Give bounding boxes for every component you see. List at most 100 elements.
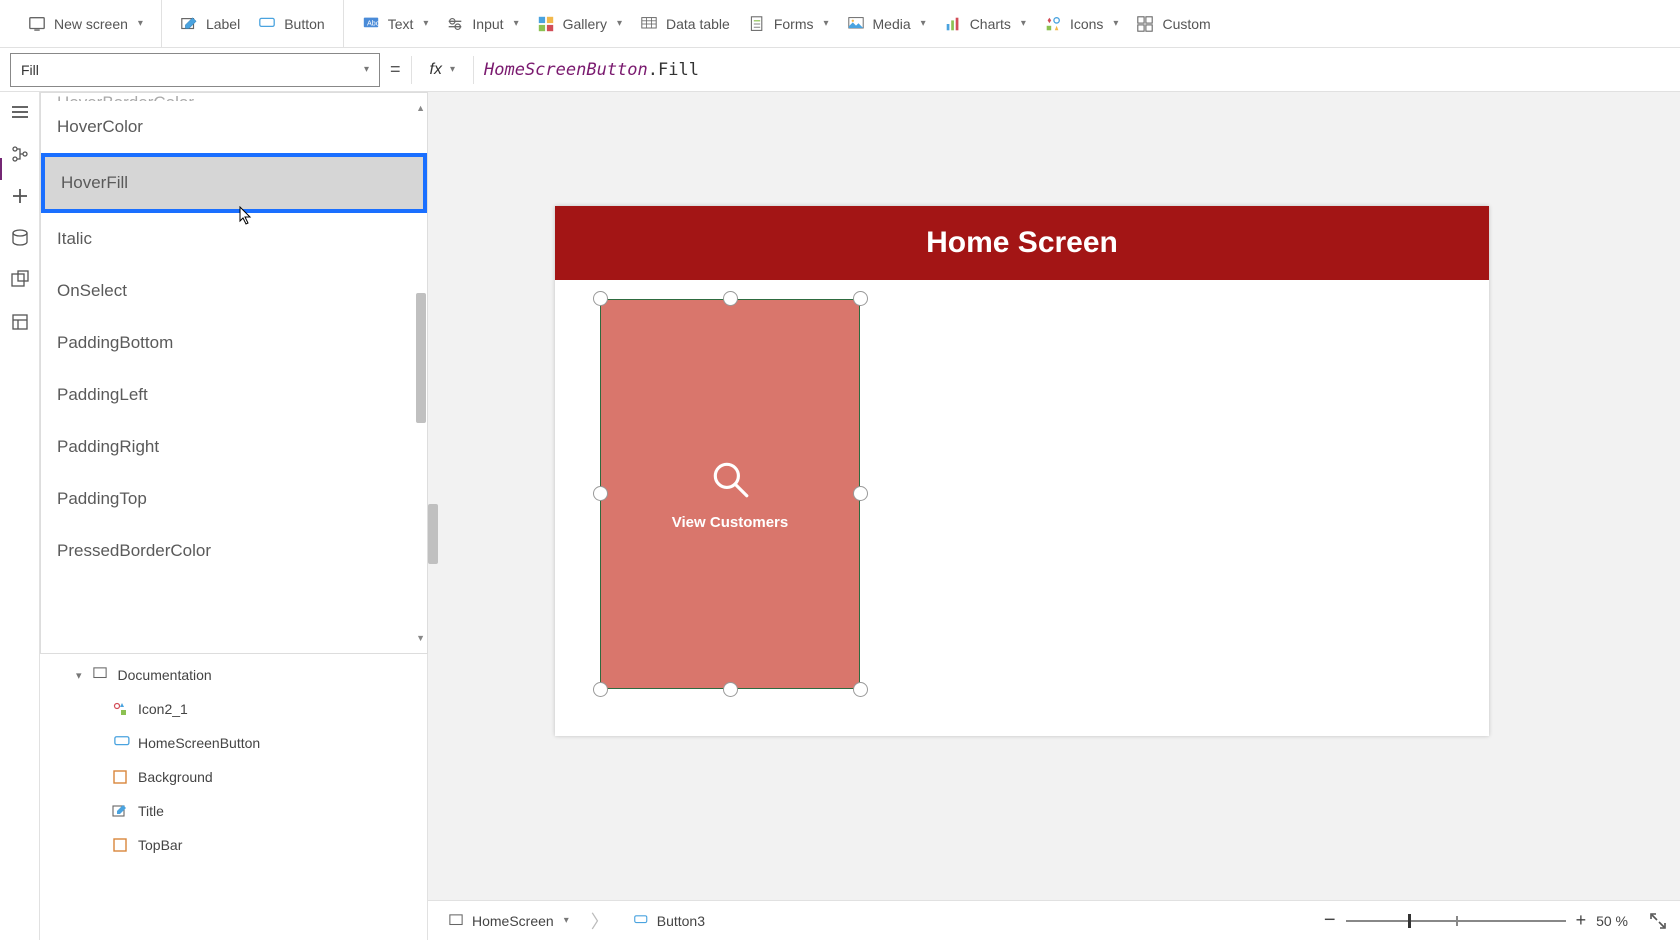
icons-icon: [112, 701, 128, 717]
icons-icon: [1044, 15, 1062, 33]
variables-icon[interactable]: [10, 312, 30, 332]
formula-property-name: .Fill: [648, 60, 699, 80]
icons-menu[interactable]: Icons ▾: [1044, 15, 1119, 33]
custom-label: Custom: [1162, 16, 1210, 32]
breadcrumb-control[interactable]: Button3: [623, 910, 713, 932]
tree-item-label: Title: [138, 803, 164, 819]
data-icon[interactable]: [10, 228, 30, 248]
text-icon: Abc: [362, 15, 380, 33]
breadcrumb-screen[interactable]: HomeScreen ▾: [440, 910, 577, 932]
app-screen[interactable]: Home Screen View Customers: [555, 206, 1489, 736]
gallery-menu[interactable]: Gallery ▾: [537, 15, 622, 33]
screen-icon: [448, 914, 464, 928]
selection-handle[interactable]: [593, 291, 608, 306]
hamburger-icon[interactable]: [10, 102, 30, 122]
new-screen-button[interactable]: New screen ▾: [28, 15, 143, 33]
zoom-slider-thumb[interactable]: [1408, 914, 1411, 928]
zoom-in-button[interactable]: +: [1576, 910, 1587, 931]
button-text: Button: [284, 16, 324, 32]
tree-view-icon[interactable]: [10, 144, 30, 164]
screen-title-bar: Home Screen: [555, 206, 1489, 280]
tree-item[interactable]: Background: [40, 760, 427, 794]
insert-icon[interactable]: [10, 186, 30, 206]
tree-item-label: TopBar: [138, 837, 182, 853]
tree-panel: HoverBorderColor HoverColor HoverFill It…: [40, 92, 428, 940]
property-option[interactable]: HoverBorderColor: [41, 93, 427, 101]
property-select-value: Fill: [21, 62, 39, 78]
text-menu[interactable]: Abc Text ▾: [362, 15, 429, 33]
input-menu[interactable]: Input ▾: [446, 15, 518, 33]
chevron-down-icon: ▾: [921, 18, 926, 29]
label-edit-icon: [112, 803, 128, 819]
zoom-control: − + 50 %: [1324, 909, 1668, 932]
screen-icon: [92, 667, 108, 683]
property-option[interactable]: PaddingBottom: [41, 317, 427, 369]
tree-item[interactable]: HomeScreenButton: [40, 726, 427, 760]
shape-icon: [112, 769, 128, 785]
table-icon: [640, 15, 658, 33]
view-customers-card[interactable]: View Customers: [600, 299, 860, 689]
button-button[interactable]: Button: [258, 15, 324, 33]
charts-menu[interactable]: Charts ▾: [944, 15, 1026, 33]
property-option[interactable]: HoverColor: [41, 101, 427, 153]
selection-handle[interactable]: [853, 486, 868, 501]
breadcrumb-screen-label: HomeScreen: [472, 913, 554, 929]
media-menu[interactable]: Media ▾: [847, 15, 926, 33]
card-label: View Customers: [672, 514, 788, 531]
selection-handle[interactable]: [593, 486, 608, 501]
button-icon: [631, 915, 649, 927]
tree-item[interactable]: TopBar: [40, 828, 427, 862]
chevron-down-icon: ▾: [423, 18, 428, 29]
chevron-down-icon: ▾: [617, 18, 622, 29]
selection-handle[interactable]: [723, 682, 738, 697]
property-option[interactable]: PressedBorderColor: [41, 525, 427, 565]
label-text: Label: [206, 16, 240, 32]
breadcrumb-control-label: Button3: [657, 913, 705, 929]
tree-item-parent[interactable]: ▾ Documentation: [40, 658, 427, 692]
tree-item[interactable]: Icon2_1: [40, 692, 427, 726]
formula-input[interactable]: HomeScreenButton.Fill: [484, 60, 699, 80]
panel-scrollbar-thumb[interactable]: [428, 504, 438, 564]
main-area: HoverBorderColor HoverColor HoverFill It…: [0, 92, 1680, 940]
fx-button[interactable]: fx ▾: [422, 61, 463, 79]
chevron-down-icon: ▾: [450, 64, 455, 75]
label-button[interactable]: Label: [180, 15, 240, 33]
label-edit-icon: [180, 15, 198, 33]
icons-label: Icons: [1070, 16, 1103, 32]
property-option[interactable]: PaddingRight: [41, 421, 427, 473]
dropdown-scrollbar-thumb[interactable]: [416, 293, 426, 423]
formula-control-name: HomeScreenButton: [484, 60, 648, 80]
zoom-out-button[interactable]: −: [1324, 909, 1336, 932]
property-option[interactable]: OnSelect: [41, 265, 427, 317]
chevron-down-icon: ▾: [364, 64, 369, 75]
property-option[interactable]: Italic: [41, 213, 427, 265]
zoom-slider[interactable]: [1346, 920, 1566, 922]
dropdown-scrollbar[interactable]: ▲ ▼: [413, 103, 427, 643]
canvas-area[interactable]: Home Screen View Customers: [428, 92, 1680, 900]
chevron-down-icon: ▾: [76, 669, 82, 682]
forms-menu[interactable]: Forms ▾: [748, 15, 829, 33]
tree-item-label: Icon2_1: [138, 701, 188, 717]
media-label: Media: [873, 16, 911, 32]
tree-item-label: Documentation: [118, 667, 212, 683]
formula-bar: Fill ▾ = fx ▾ HomeScreenButton.Fill: [0, 48, 1680, 92]
form-icon: [748, 15, 766, 33]
fit-to-screen-button[interactable]: [1648, 911, 1668, 931]
left-rail: [0, 92, 40, 940]
property-option-highlighted[interactable]: HoverFill: [41, 153, 427, 213]
zoom-value: 50 %: [1596, 913, 1628, 929]
property-select[interactable]: Fill ▾: [10, 53, 380, 87]
datatable-button[interactable]: Data table: [640, 15, 730, 33]
tree-item[interactable]: Title: [40, 794, 427, 828]
property-option[interactable]: PaddingTop: [41, 473, 427, 525]
status-bar: HomeScreen ▾ 〉 Button3 − + 50 %: [428, 900, 1680, 940]
custom-menu[interactable]: Custom: [1136, 15, 1210, 33]
chevron-down-icon: ▾: [514, 18, 519, 29]
screen-title: Home Screen: [926, 226, 1118, 260]
selection-handle[interactable]: [853, 682, 868, 697]
selection-handle[interactable]: [853, 291, 868, 306]
selection-handle[interactable]: [593, 682, 608, 697]
selection-handle[interactable]: [723, 291, 738, 306]
property-option[interactable]: PaddingLeft: [41, 369, 427, 421]
media-pane-icon[interactable]: [10, 270, 30, 290]
